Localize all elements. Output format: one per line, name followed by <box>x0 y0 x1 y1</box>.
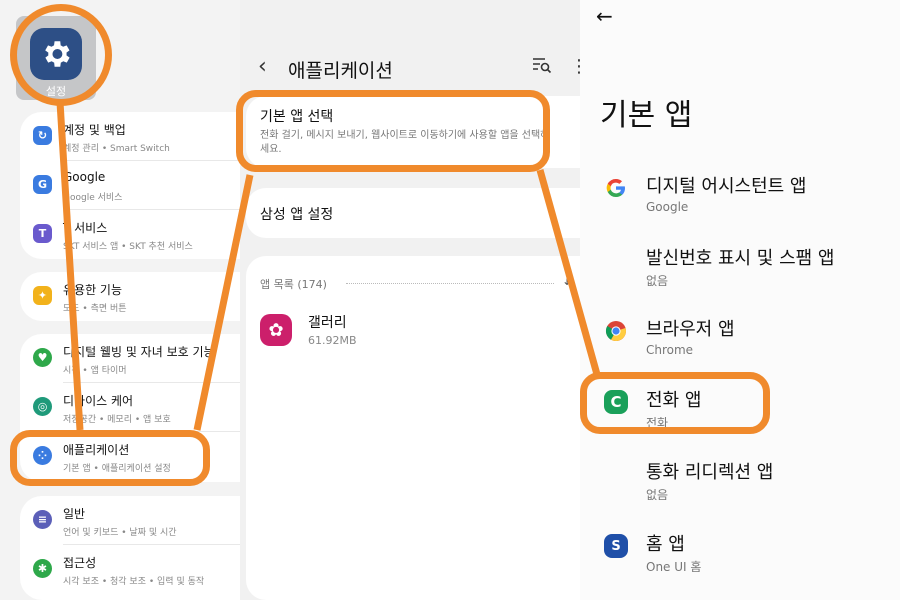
connector-line <box>536 169 602 379</box>
connector-line <box>56 101 84 431</box>
highlight-settings-app <box>10 4 112 106</box>
highlight-phone-app <box>580 372 770 434</box>
highlight-default-apps <box>236 90 550 172</box>
connector-line <box>193 174 254 431</box>
highlight-applications <box>10 430 210 486</box>
